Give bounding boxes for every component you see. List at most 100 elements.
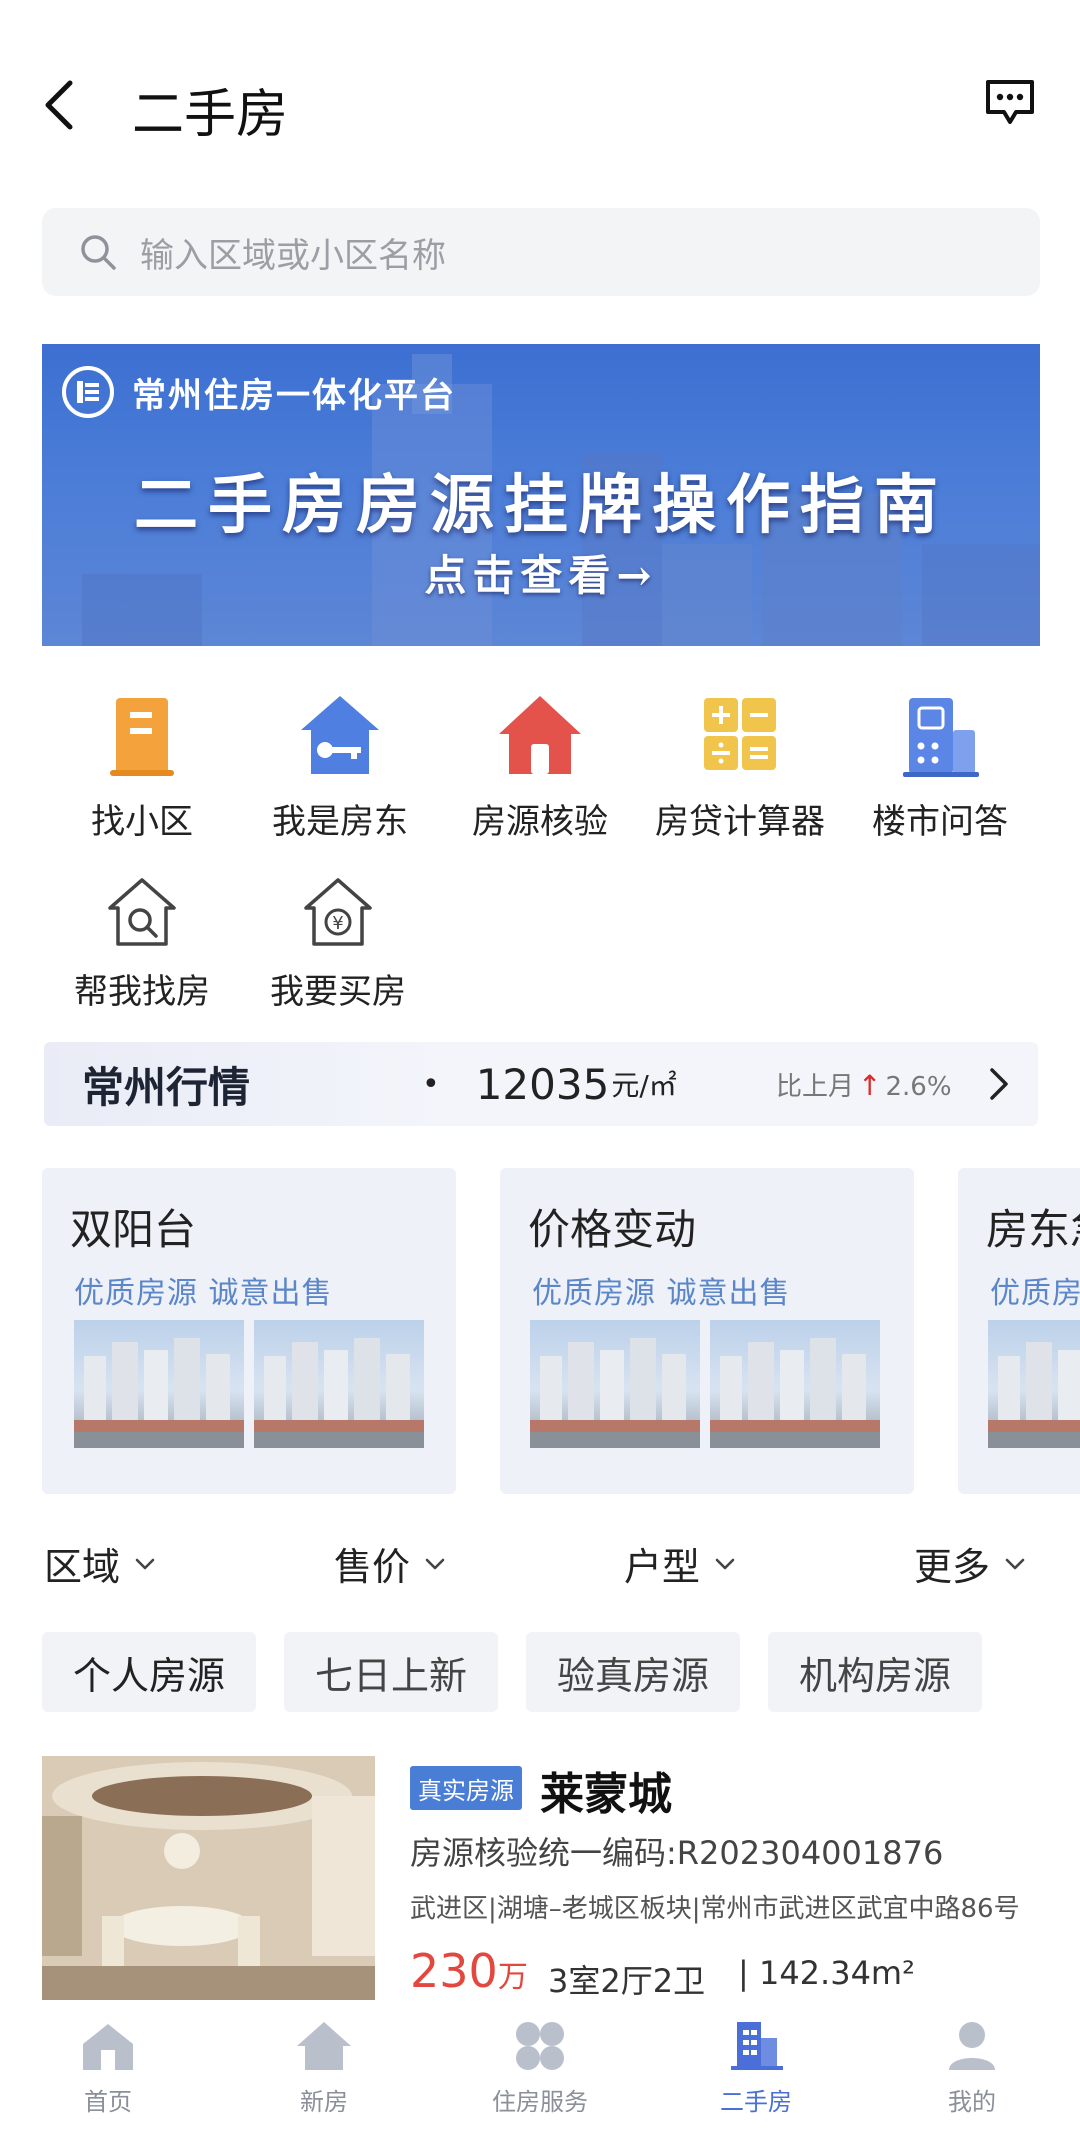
card-image	[710, 1320, 880, 1448]
house-yuan-icon: ¥	[304, 878, 372, 946]
search-input[interactable]: 输入区域或小区名称	[42, 208, 1040, 296]
nav-label: 我的	[948, 2088, 996, 2116]
nav-label: 新房	[300, 2088, 348, 2116]
feature-card[interactable]: 双阳台 优质房源 诚意出售	[42, 1168, 456, 1494]
listing-card[interactable]: 真实房源 莱蒙城 房源核验统一编码:R202304001876 武进区|湖塘–老…	[42, 1756, 1040, 2000]
chevron-down-icon	[135, 1558, 155, 1569]
search-placeholder: 输入区域或小区名称	[140, 235, 446, 276]
market-unit: 元/㎡	[611, 1069, 677, 1102]
qa-building-icon	[903, 698, 979, 777]
quick-help-find[interactable]: 帮我找房	[42, 874, 242, 1014]
market-summary[interactable]: 常州行情 • 12035 元/㎡ 比上月 ↑ 2.6%	[44, 1042, 1038, 1126]
chevron-down-icon	[1005, 1558, 1025, 1569]
listing-address: 武进区|湖塘–老城区板块|常州市武进区武宜中路86号	[410, 1894, 1020, 1924]
nav-label: 首页	[84, 2088, 132, 2116]
nav-home[interactable]: 首页	[28, 2020, 188, 2117]
nav-services[interactable]: 住房服务	[460, 2020, 620, 2117]
house-key-icon	[301, 696, 379, 774]
market-compare-label: 比上月	[776, 1071, 855, 1102]
chevron-down-icon	[715, 1558, 735, 1569]
card-image	[74, 1320, 244, 1448]
services-icon	[516, 2022, 564, 2070]
search-icon	[81, 235, 116, 270]
feature-cards: 双阳台 优质房源 诚意出售 价格变动 优质房源 诚意出售 房东急 优质房源	[0, 1168, 1080, 1494]
listing-code: 房源核验统一编码:R202304001876	[410, 1834, 944, 1872]
quick-label: 房贷计算器	[655, 802, 825, 842]
filter-more[interactable]: 更多	[914, 1536, 1026, 1591]
nav-label: 住房服务	[492, 2088, 588, 2116]
platform-logo-icon	[62, 366, 114, 418]
chevron-down-icon	[425, 1558, 445, 1569]
tag-new-7days[interactable]: 七日上新	[284, 1632, 498, 1712]
tag-personal[interactable]: 个人房源	[42, 1632, 256, 1712]
card-image	[988, 1320, 1080, 1448]
market-dot: •	[422, 1066, 440, 1102]
filter-price[interactable]: 售价	[334, 1536, 446, 1591]
filter-label: 售价	[334, 1545, 411, 1589]
quick-want-buy[interactable]: ¥ 我要买房	[238, 874, 438, 1014]
back-button[interactable]	[40, 70, 100, 140]
market-compare: 比上月 ↑ 2.6%	[776, 1066, 952, 1103]
nav-second-hand[interactable]: 二手房	[676, 2020, 836, 2117]
quick-calculator[interactable]: 房贷计算器	[640, 690, 840, 842]
guide-banner[interactable]: 常州住房一体化平台 二手房房源挂牌操作指南 点击查看→	[42, 344, 1040, 646]
card-title: 价格变动	[528, 1205, 697, 1254]
listing-layout: 3室2厅2卫	[548, 1962, 706, 2000]
house-check-icon	[499, 696, 581, 774]
bottom-nav: 首页 新房 住房服务 二手房 我的	[0, 2000, 1080, 2133]
tag-agency[interactable]: 机构房源	[768, 1632, 982, 1712]
listing-name: 莱蒙城	[540, 1769, 672, 1820]
house-search-icon	[108, 878, 176, 946]
quick-verify[interactable]: 房源核验	[440, 690, 640, 842]
nav-mine[interactable]: 我的	[892, 2020, 1052, 2117]
quick-find-community[interactable]: 找小区	[42, 690, 242, 842]
platform-name: 常州住房一体化平台	[132, 375, 456, 416]
filter-bar: 区域 售价 户型 更多	[0, 1536, 1080, 1596]
card-subtitle: 优质房源 诚意出售	[74, 1276, 333, 1311]
house-icon	[297, 2022, 351, 2070]
building-icon	[731, 2022, 783, 2070]
quick-label: 我是房东	[272, 802, 408, 842]
filter-region[interactable]: 区域	[44, 1536, 156, 1591]
filter-label: 更多	[914, 1545, 991, 1589]
header: 二手房	[0, 0, 1080, 200]
quick-landlord[interactable]: 我是房东	[240, 690, 440, 842]
message-button[interactable]	[982, 74, 1038, 130]
quick-label: 帮我找房	[74, 972, 210, 1012]
filter-label: 区域	[44, 1545, 121, 1589]
arrow-up-icon: ↑	[858, 1068, 882, 1102]
page-title: 二手房	[132, 85, 289, 145]
calculator-icon	[704, 698, 776, 770]
quick-market-qa[interactable]: 楼市问答	[840, 690, 1040, 842]
nav-new-house[interactable]: 新房	[244, 2020, 404, 2117]
market-title: 常州行情	[82, 1062, 251, 1112]
chevron-right-icon	[990, 1068, 1008, 1100]
building-icon	[110, 698, 174, 776]
filter-layout[interactable]: 户型	[624, 1536, 736, 1591]
quick-label: 楼市问答	[872, 802, 1008, 842]
tag-verified[interactable]: 验真房源	[526, 1632, 740, 1712]
nav-label: 二手房	[720, 2088, 792, 2116]
chevron-left-icon	[45, 80, 73, 130]
card-title: 双阳台	[70, 1205, 197, 1254]
quick-label: 房源核验	[472, 802, 608, 842]
quick-label: 找小区	[91, 802, 193, 842]
verified-badge: 真实房源	[410, 1766, 522, 1810]
card-subtitle: 优质房源 诚意出售	[532, 1276, 791, 1311]
svg-text:¥: ¥	[332, 913, 343, 934]
feature-card[interactable]: 价格变动 优质房源 诚意出售	[500, 1168, 914, 1494]
price-value: 230	[410, 1944, 498, 1998]
listing-price: 230万	[410, 1944, 528, 1998]
banner-headline: 二手房房源挂牌操作指南	[134, 468, 948, 543]
price-unit: 万	[497, 1960, 528, 1995]
market-price: 12035	[475, 1059, 610, 1109]
listing-photo	[42, 1756, 375, 2000]
card-title: 房东急	[986, 1205, 1080, 1254]
listing-area: | 142.34m²	[738, 1954, 915, 1992]
filter-label: 户型	[624, 1545, 701, 1589]
market-change: 2.6%	[885, 1071, 952, 1102]
user-icon	[949, 2022, 995, 2070]
banner-cta[interactable]: 点击查看→	[42, 542, 1040, 603]
feature-card[interactable]: 房东急 优质房源	[958, 1168, 1080, 1494]
card-image	[530, 1320, 700, 1448]
